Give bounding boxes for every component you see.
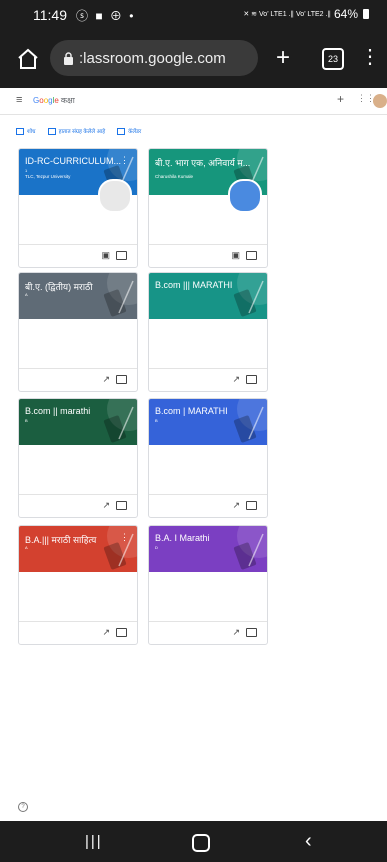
class-owner: TLC, Tezpur University (25, 174, 71, 179)
class-title[interactable]: ID-RC-CURRICULUM... (25, 156, 121, 166)
class-card[interactable]: B.A. I Marathi D ↗ (148, 525, 268, 645)
class-card-footer: ↗ (19, 494, 137, 517)
network-icons: ✕ ≋ Vo’ LTE1 .∥ Vo’ LTE2 .∥ (243, 11, 331, 18)
class-banner[interactable]: B.A.||| मराठी साहित्य A ⋮ (19, 526, 137, 572)
account-avatar[interactable] (373, 94, 387, 108)
class-card[interactable]: बी.ए. भाग एक, अनिवार्य म... Charushila Ku… (148, 148, 268, 268)
add-class-icon[interactable]: + (337, 92, 344, 106)
gradebook-trend-icon[interactable]: ↗ (102, 500, 110, 511)
your-work-icon[interactable]: ▣ (101, 250, 110, 261)
more-menu-icon[interactable]: ⋮ (360, 44, 380, 69)
folder-icon[interactable] (116, 501, 127, 510)
folder-icon[interactable] (246, 251, 257, 260)
clock: 11:49 (33, 7, 67, 23)
tab-switcher-button[interactable]: 23 (322, 48, 344, 70)
google-classroom-logo[interactable]: Google कक्षा (33, 95, 75, 106)
class-title[interactable]: बी.ए. भाग एक, अनिवार्य म... (155, 156, 250, 169)
class-section: A (25, 292, 28, 297)
address-bar[interactable]: :lassroom.google.com (50, 40, 258, 76)
class-card-footer: ↗ (19, 368, 137, 391)
class-title[interactable]: B.A. I Marathi (155, 533, 210, 543)
gradebook-trend-icon[interactable]: ↗ (102, 374, 110, 385)
battery-level: 64% (333, 7, 358, 21)
class-card[interactable]: B.com || marathi B ↗ (18, 398, 138, 518)
new-tab-button[interactable]: + (276, 43, 290, 73)
class-card-footer: ↗ (149, 368, 267, 391)
recents-button[interactable]: ||| (85, 833, 103, 850)
class-card[interactable]: B.A.||| मराठी साहित्य A ⋮ ↗ (18, 525, 138, 645)
browser-toolbar: :lassroom.google.com + 23 ⋮ (0, 30, 387, 88)
folder-icon[interactable] (116, 375, 127, 384)
system-status: ✕ ≋ Vo’ LTE1 .∥ Vo’ LTE2 .∥ 64% (243, 7, 369, 21)
class-title[interactable]: B.com | MARATHI (155, 406, 228, 416)
folder-icon[interactable] (116, 251, 127, 260)
class-banner[interactable]: B.A. I Marathi D (149, 526, 267, 572)
gradebook-trend-icon[interactable]: ↗ (232, 500, 240, 511)
folder-icon[interactable] (246, 501, 257, 510)
class-card-footer: ↗ (19, 621, 137, 644)
gradebook-trend-icon[interactable]: ↗ (102, 627, 110, 638)
your-work-icon[interactable]: ▣ (231, 250, 240, 261)
teacher-avatar (98, 179, 132, 213)
class-banner[interactable]: B.com | MARATHI B (149, 399, 267, 445)
folder-icon[interactable] (246, 628, 257, 637)
class-options-icon[interactable]: ⋮ (120, 155, 129, 166)
gradebook-trend-icon[interactable]: ↗ (232, 374, 240, 385)
classroom-header: ≡ Google कक्षा + ⋮⋮⋮ (0, 88, 387, 115)
home-icon[interactable] (16, 47, 40, 71)
url-text: :lassroom.google.com (79, 49, 226, 67)
class-section: A (25, 545, 28, 550)
todo-link[interactable]: शोध (16, 127, 36, 136)
class-banner[interactable]: B.com || marathi B (19, 399, 137, 445)
class-owner: Charushila Kumale (155, 174, 194, 179)
back-button[interactable]: ‹ (305, 830, 312, 853)
class-banner[interactable]: B.com ||| MARATHI (149, 273, 267, 319)
help-icon[interactable]: ? (18, 802, 28, 812)
home-button[interactable] (192, 834, 210, 852)
status-bar: 11:49 ⓢ ■ ⊕ • ✕ ≋ Vo’ LTE1 .∥ Vo’ LTE2 .… (0, 0, 387, 30)
battery-icon (363, 9, 369, 19)
class-options-icon[interactable]: ⋮ (120, 532, 129, 543)
calendar-link[interactable]: कॅलेंडर (117, 127, 141, 136)
folder-icon[interactable] (116, 628, 127, 637)
android-nav-bar: ||| ‹ (0, 821, 387, 862)
class-card[interactable]: बी.ए. (द्वितीय) मराठी A ↗ (18, 272, 138, 392)
class-card-footer: ↗ (149, 494, 267, 517)
review-link[interactable]: हातात संग्रह केलेले आहे (47, 127, 105, 136)
class-section: D (155, 545, 158, 550)
gradebook-trend-icon[interactable]: ↗ (232, 627, 240, 638)
class-card[interactable]: B.com ||| MARATHI ↗ (148, 272, 268, 392)
class-section: B (155, 418, 158, 423)
class-card[interactable]: ID-RC-CURRICULUM... 1 TLC, Tezpur Universi… (18, 148, 138, 268)
class-card-footer: ↗ (149, 621, 267, 644)
hamburger-menu-icon[interactable]: ≡ (16, 94, 22, 106)
folder-icon[interactable] (246, 375, 257, 384)
class-section: B (25, 418, 28, 423)
teacher-avatar (228, 179, 262, 213)
class-card-footer: ▣ (19, 244, 137, 267)
class-card-footer: ▣ (149, 244, 267, 267)
class-title[interactable]: बी.ए. (द्वितीय) मराठी (25, 280, 93, 293)
class-card[interactable]: B.com | MARATHI B ↗ (148, 398, 268, 518)
class-title[interactable]: B.com || marathi (25, 406, 90, 416)
class-title[interactable]: B.com ||| MARATHI (155, 280, 232, 290)
class-banner[interactable]: बी.ए. (द्वितीय) मराठी A (19, 273, 137, 319)
notification-icons: ⓢ ■ ⊕ • (76, 9, 136, 23)
class-title[interactable]: B.A.||| मराठी साहित्य (25, 533, 96, 546)
class-section: 1 (25, 168, 28, 173)
lock-icon (64, 51, 73, 65)
quick-links: शोध हातात संग्रह केलेले आहे कॅलेंडर (16, 127, 141, 136)
